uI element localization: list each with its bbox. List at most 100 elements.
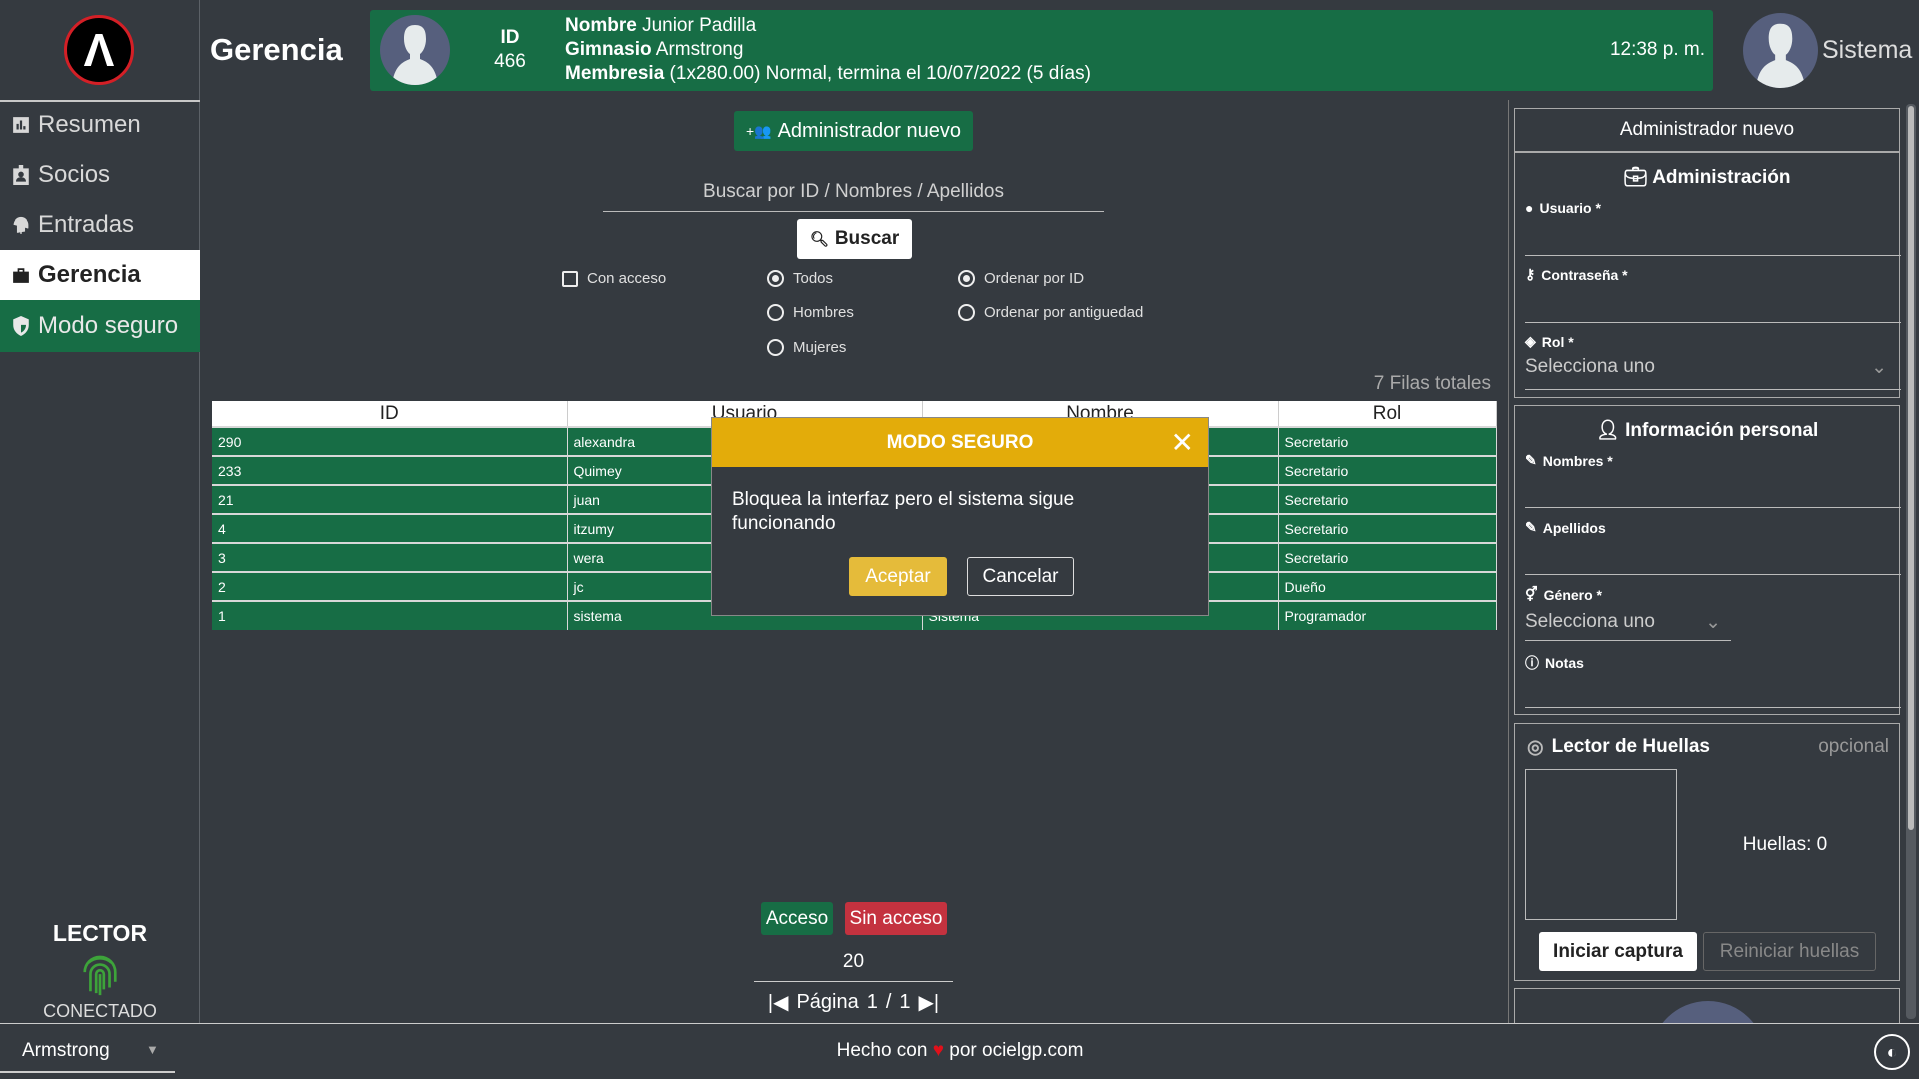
table-cell: Secretario: [1278, 513, 1497, 543]
fingerprint-section: ◎ Lector de Huellas opcional Huellas: 0 I…: [1514, 723, 1900, 981]
search-button[interactable]: 🔍︎ Buscar: [797, 219, 912, 259]
fingerprint-icon: [83, 955, 117, 996]
radio[interactable]: [767, 270, 784, 287]
app-logo: Λ: [64, 15, 134, 85]
search-input[interactable]: [603, 172, 1104, 212]
notes-input[interactable]: [1525, 671, 1901, 708]
modal-header: MODO SEGURO ✕: [712, 418, 1208, 467]
member-id-label: ID: [500, 27, 520, 48]
reader-status: CONECTADO: [43, 1001, 157, 1021]
section-title: 👤︎ Información personal: [1595, 420, 1819, 441]
sidebar-item-modo-seguro[interactable]: Modo seguro: [0, 300, 200, 352]
radio[interactable]: [767, 304, 784, 321]
personal-section: 👤︎ Información personal ✎ Nombres * ✎ Apel…: [1514, 405, 1901, 715]
legend-access: Acceso: [761, 902, 833, 935]
briefcase-icon: [13, 268, 29, 283]
sidebar-item-socios[interactable]: Socios: [0, 150, 200, 200]
pencil-icon: ✎: [1525, 519, 1537, 535]
start-capture-button[interactable]: Iniciar captura: [1539, 932, 1697, 971]
member-gym: Gimnasio Armstrong: [565, 39, 744, 60]
user-circle-icon: ●: [1525, 200, 1534, 216]
table-cell: Secretario: [1278, 426, 1497, 456]
theme-toggle-icon[interactable]: ◐: [1874, 1034, 1910, 1070]
checkbox[interactable]: [562, 270, 578, 287]
radio-mujeres[interactable]: Mujeres: [767, 339, 846, 356]
new-admin-button[interactable]: +👥 Administrador nuevo: [734, 111, 973, 151]
id-badge-icon: [13, 165, 29, 185]
info-icon: ⓘ: [1525, 655, 1539, 671]
sidebar-item-resumen[interactable]: Resumen: [0, 100, 200, 150]
column-header[interactable]: ID: [212, 401, 568, 427]
footer-credit: Hecho con ♥ por ocielgp.com: [836, 1040, 1084, 1061]
shield-icon: ◈: [1525, 333, 1536, 349]
fingerprint-icon: ◎: [1527, 737, 1544, 758]
accept-button[interactable]: Aceptar: [849, 557, 947, 596]
fingerprint-preview: [1525, 769, 1677, 920]
sidebar: Λ Resumen Socios Entradas Gerencia Modo …: [0, 0, 200, 1023]
user-icon: 👤︎: [1595, 420, 1626, 441]
section-title: ◎ Lector de Huellas: [1527, 736, 1710, 758]
member-avatar: [380, 15, 450, 85]
footer-divider: [0, 1023, 1919, 1024]
first-page-icon[interactable]: |◀: [768, 990, 789, 1015]
user-input[interactable]: [1525, 218, 1901, 256]
radio-todos[interactable]: Todos: [767, 270, 833, 287]
radio-order-seniority[interactable]: Ordenar por antiguedad: [958, 304, 1143, 321]
table-cell: 3: [212, 542, 568, 572]
member-banner: ID 466 Nombre Junior Padilla Gimnasio Ar…: [370, 10, 1713, 91]
gender-select[interactable]: Selecciona uno ⌄: [1525, 611, 1731, 641]
table-cell: Programador: [1278, 600, 1497, 630]
divider: [1508, 100, 1509, 1023]
user-name[interactable]: Sistema: [1822, 36, 1912, 65]
gender-icon: ⚥: [1525, 586, 1538, 602]
radio[interactable]: [767, 339, 784, 356]
last-page-icon[interactable]: ▶|: [919, 990, 940, 1015]
pagination: |◀ Página 1/1 ▶|: [767, 990, 940, 1015]
chevron-down-icon: ▼: [146, 1042, 159, 1057]
shield-icon: [13, 316, 29, 336]
chevron-down-icon: ⌄: [1705, 612, 1721, 633]
role-select[interactable]: Selecciona uno ⌄: [1525, 356, 1901, 390]
user-plus-icon: +👥: [745, 122, 772, 139]
legend-no-access[interactable]: Sin acceso: [845, 902, 947, 935]
column-header[interactable]: Rol: [1278, 401, 1497, 427]
reset-fingerprints-button[interactable]: Reiniciar huellas: [1703, 932, 1876, 971]
scrollbar-thumb[interactable]: [1908, 106, 1914, 830]
access-checkbox[interactable]: Con acceso: [562, 270, 666, 287]
table-cell: Secretario: [1278, 455, 1497, 485]
sidebar-item-gerencia[interactable]: Gerencia: [0, 250, 200, 300]
user-avatar[interactable]: [1743, 13, 1818, 88]
role-label: ◈ Rol *: [1525, 333, 1574, 350]
member-id: 466: [494, 51, 526, 72]
table-cell: Dueño: [1278, 571, 1497, 601]
key-icon: ⚷: [1525, 266, 1536, 282]
table-cell: 4: [212, 513, 568, 543]
reader-title: LECTOR: [52, 920, 148, 946]
photo-section: [1514, 988, 1900, 1023]
admin-section: 💼︎ Administración ● Usuario * ⚷ Contraseña…: [1514, 152, 1901, 398]
surnames-input[interactable]: [1525, 537, 1901, 575]
gym-select[interactable]: Armstrong ▼: [0, 1038, 175, 1073]
radio-order-id[interactable]: Ordenar por ID: [958, 270, 1084, 287]
scrollbar[interactable]: [1906, 104, 1916, 1019]
photo-avatar[interactable]: [1650, 1001, 1766, 1023]
safe-mode-modal: MODO SEGURO ✕ Bloquea la interfaz pero el…: [711, 417, 1209, 616]
fingerprint-count: Huellas: 0: [1742, 834, 1828, 855]
member-name: Nombre Junior Padilla: [565, 15, 757, 36]
form-title: Administrador nuevo: [1514, 108, 1900, 152]
sidebar-item-entradas[interactable]: Entradas: [0, 200, 200, 250]
page-size-select[interactable]: 20: [754, 951, 953, 982]
close-icon[interactable]: ✕: [1171, 426, 1194, 459]
radio[interactable]: [958, 270, 975, 287]
member-membership: Membresia (1x280.00) Normal, termina el …: [565, 63, 1091, 84]
radio-hombres[interactable]: Hombres: [767, 304, 854, 321]
cancel-button[interactable]: Cancelar: [967, 557, 1074, 596]
user-label: ● Usuario *: [1525, 200, 1601, 216]
password-input[interactable]: [1525, 284, 1901, 323]
pencil-icon: ✎: [1525, 452, 1537, 468]
surnames-label: ✎ Apellidos: [1525, 519, 1606, 536]
radio[interactable]: [958, 304, 975, 321]
names-input[interactable]: [1525, 470, 1901, 508]
table-cell: 21: [212, 484, 568, 514]
gender-label: ⚥ Género *: [1525, 586, 1602, 603]
